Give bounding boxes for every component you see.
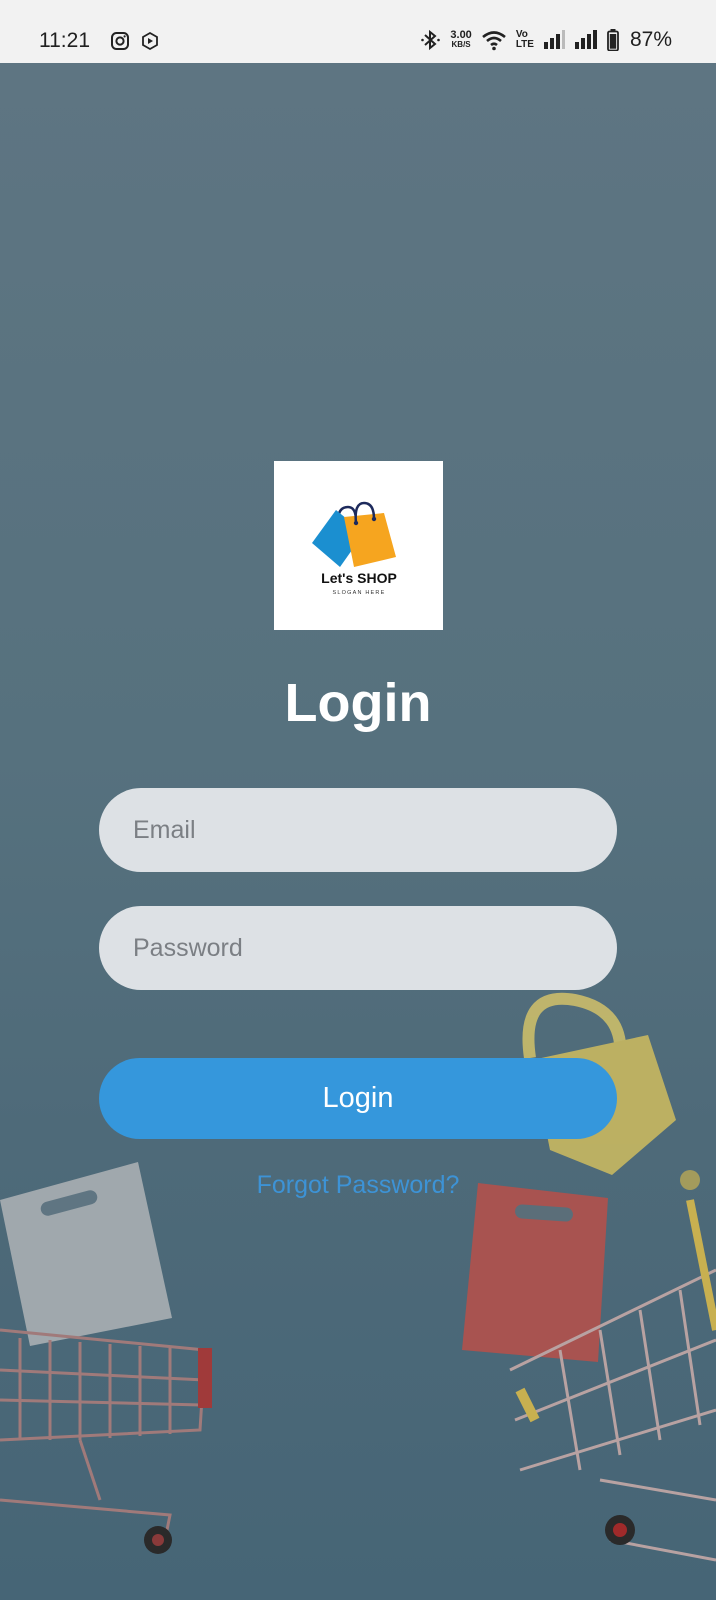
password-input[interactable] (99, 906, 617, 990)
battery-icon (607, 29, 619, 51)
signal-icon (543, 30, 565, 49)
forgot-password-link[interactable]: Forgot Password? (0, 1171, 716, 1200)
wifi-icon (481, 31, 506, 51)
status-bar: 11:21 3.00 KB/S Vo LTE 87% (0, 0, 716, 63)
volte-bottom: LTE (515, 39, 534, 50)
left-cart-decoration (0, 1328, 212, 1554)
status-time: 11:21 (39, 29, 90, 52)
logo-slogan-text: SLOGAN HERE (333, 590, 386, 596)
red-bag-decoration (462, 1183, 608, 1362)
login-title: Login (284, 673, 432, 733)
shopping-bags-logo-icon: Let's SHOP SLOGAN HERE (312, 501, 397, 596)
media-play-icon (142, 31, 158, 51)
app-logo: Let's SHOP SLOGAN HERE (274, 461, 443, 630)
speed-unit: KB/S (451, 40, 471, 49)
login-button[interactable]: Login (99, 1058, 617, 1139)
status-icons: 3.00 KB/S Vo LTE 87% (421, 28, 672, 52)
battery-percent: 87% (629, 28, 672, 51)
email-input[interactable] (99, 788, 617, 872)
network-speed: 3.00 KB/S (450, 29, 472, 50)
bluetooth-icon (421, 29, 441, 51)
instagram-icon (111, 32, 129, 50)
volte-icon: Vo LTE (516, 30, 534, 50)
logo-brand-text: Let's SHOP (321, 570, 397, 586)
signal-icon (574, 30, 597, 49)
speed-value: 3.00 (450, 29, 472, 41)
